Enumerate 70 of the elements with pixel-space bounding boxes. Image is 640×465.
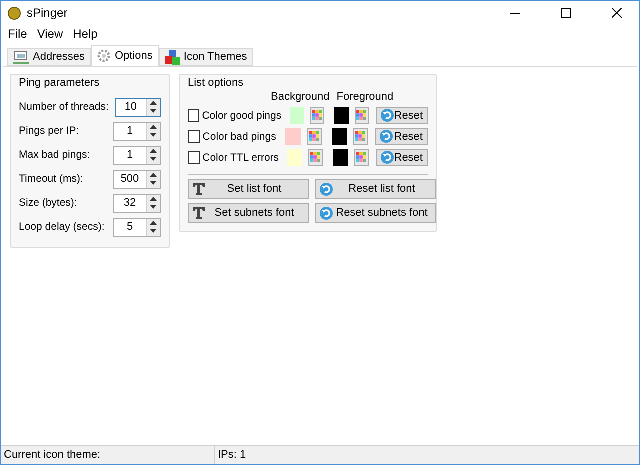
- font-button[interactable]: Set list font: [188, 179, 309, 199]
- reset-button[interactable]: Reset: [376, 107, 428, 124]
- spin-arrows-icon: [150, 173, 157, 185]
- spin-arrows-icon: [150, 125, 157, 137]
- field-label: Size (bytes):: [19, 197, 78, 209]
- network-icon: [13, 50, 29, 64]
- font-button[interactable]: Reset subnets font: [315, 203, 436, 223]
- gear-icon: [96, 49, 111, 63]
- checkbox-label: Color bad pings: [202, 130, 278, 142]
- field-label: Number of threads:: [19, 101, 109, 113]
- color-picker-button[interactable]: [308, 149, 324, 166]
- palette-icon: [312, 110, 323, 121]
- color-picker-button[interactable]: [354, 149, 370, 166]
- window-title: sPinger: [27, 6, 69, 20]
- undo-icon: [320, 182, 333, 196]
- maximize-icon: [560, 8, 570, 18]
- group-title: List options: [188, 77, 245, 89]
- group-title: Ping parameters: [19, 77, 101, 89]
- spin-field[interactable]: 500: [113, 170, 161, 188]
- spin-arrows-icon: [150, 197, 157, 209]
- spin-field[interactable]: 5: [113, 218, 161, 236]
- spin-field[interactable]: 32: [113, 194, 161, 212]
- spin-field[interactable]: 10: [114, 98, 161, 116]
- checkbox[interactable]: [188, 151, 200, 164]
- color-picker-button[interactable]: [310, 107, 324, 124]
- spin-arrows-icon: [150, 101, 157, 113]
- field-label: Pings per IP:: [19, 125, 80, 137]
- field-label: Loop delay (secs):: [19, 221, 106, 233]
- undo-icon: [380, 130, 394, 143]
- undo-icon: [381, 109, 394, 122]
- checkbox-label: Color good pings: [202, 110, 282, 122]
- tab[interactable]: Options: [90, 45, 159, 66]
- field-label: Max bad pings:: [19, 149, 92, 161]
- spin-arrows-icon: [150, 221, 157, 233]
- spin-arrows-icon: [150, 149, 157, 161]
- close-icon: [612, 8, 622, 18]
- blocks-icon: [164, 50, 180, 64]
- checkbox-label: Color TTL errors: [202, 152, 280, 164]
- font-button[interactable]: Set subnets font: [188, 203, 309, 223]
- color-picker-button[interactable]: [306, 128, 322, 145]
- column-header: Foreground: [336, 91, 394, 105]
- tab[interactable]: Icon Themes: [158, 48, 254, 66]
- checkbox[interactable]: [188, 109, 200, 122]
- menu-item[interactable]: File: [3, 27, 32, 41]
- font-button[interactable]: Reset list font: [315, 179, 436, 199]
- palette-icon: [310, 152, 321, 163]
- palette-icon: [356, 110, 368, 121]
- font-icon: [193, 207, 205, 219]
- checkbox[interactable]: [188, 130, 200, 143]
- app-logo-icon: [8, 6, 21, 20]
- minimize-icon: [510, 12, 520, 14]
- menu-item[interactable]: View: [32, 27, 68, 41]
- status-text: IPs: 1: [217, 448, 248, 463]
- color-picker-button[interactable]: [353, 128, 368, 145]
- palette-icon: [308, 131, 320, 142]
- spin-field[interactable]: 1: [113, 146, 161, 164]
- menu-item[interactable]: Help: [68, 27, 103, 41]
- palette-icon: [356, 152, 367, 163]
- font-icon: [193, 183, 205, 195]
- color-picker-button[interactable]: [354, 107, 370, 124]
- status-text: Current icon theme:: [1, 446, 215, 464]
- reset-button[interactable]: Reset: [375, 128, 428, 145]
- field-label: Timeout (ms):: [19, 173, 84, 185]
- reset-button[interactable]: Reset: [376, 149, 428, 166]
- spin-field[interactable]: 1: [113, 122, 161, 140]
- tab[interactable]: Addresses: [7, 48, 91, 66]
- undo-icon: [381, 151, 394, 164]
- palette-icon: [355, 131, 366, 142]
- undo-icon: [320, 206, 333, 220]
- column-header: Background: [271, 91, 330, 105]
